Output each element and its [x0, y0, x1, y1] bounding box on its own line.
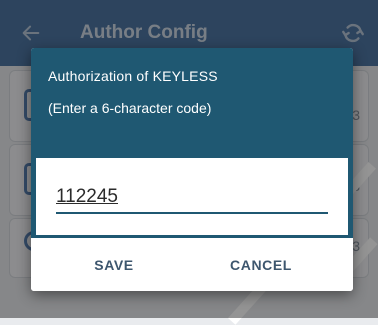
- dialog-subtitle: (Enter a 6-character code): [48, 100, 212, 116]
- dialog-actions: SAVE CANCEL: [31, 238, 353, 291]
- cancel-button[interactable]: CANCEL: [191, 238, 331, 291]
- authorization-dialog: Authorization of KEYLESS (Enter a 6-char…: [31, 48, 353, 291]
- input-underline: [56, 212, 328, 214]
- code-input-container: [36, 158, 348, 235]
- code-input[interactable]: [56, 184, 328, 210]
- dialog-title: Authorization of KEYLESS: [48, 68, 218, 84]
- dialog-header: Authorization of KEYLESS (Enter a 6-char…: [31, 48, 353, 158]
- save-button[interactable]: SAVE: [44, 238, 184, 291]
